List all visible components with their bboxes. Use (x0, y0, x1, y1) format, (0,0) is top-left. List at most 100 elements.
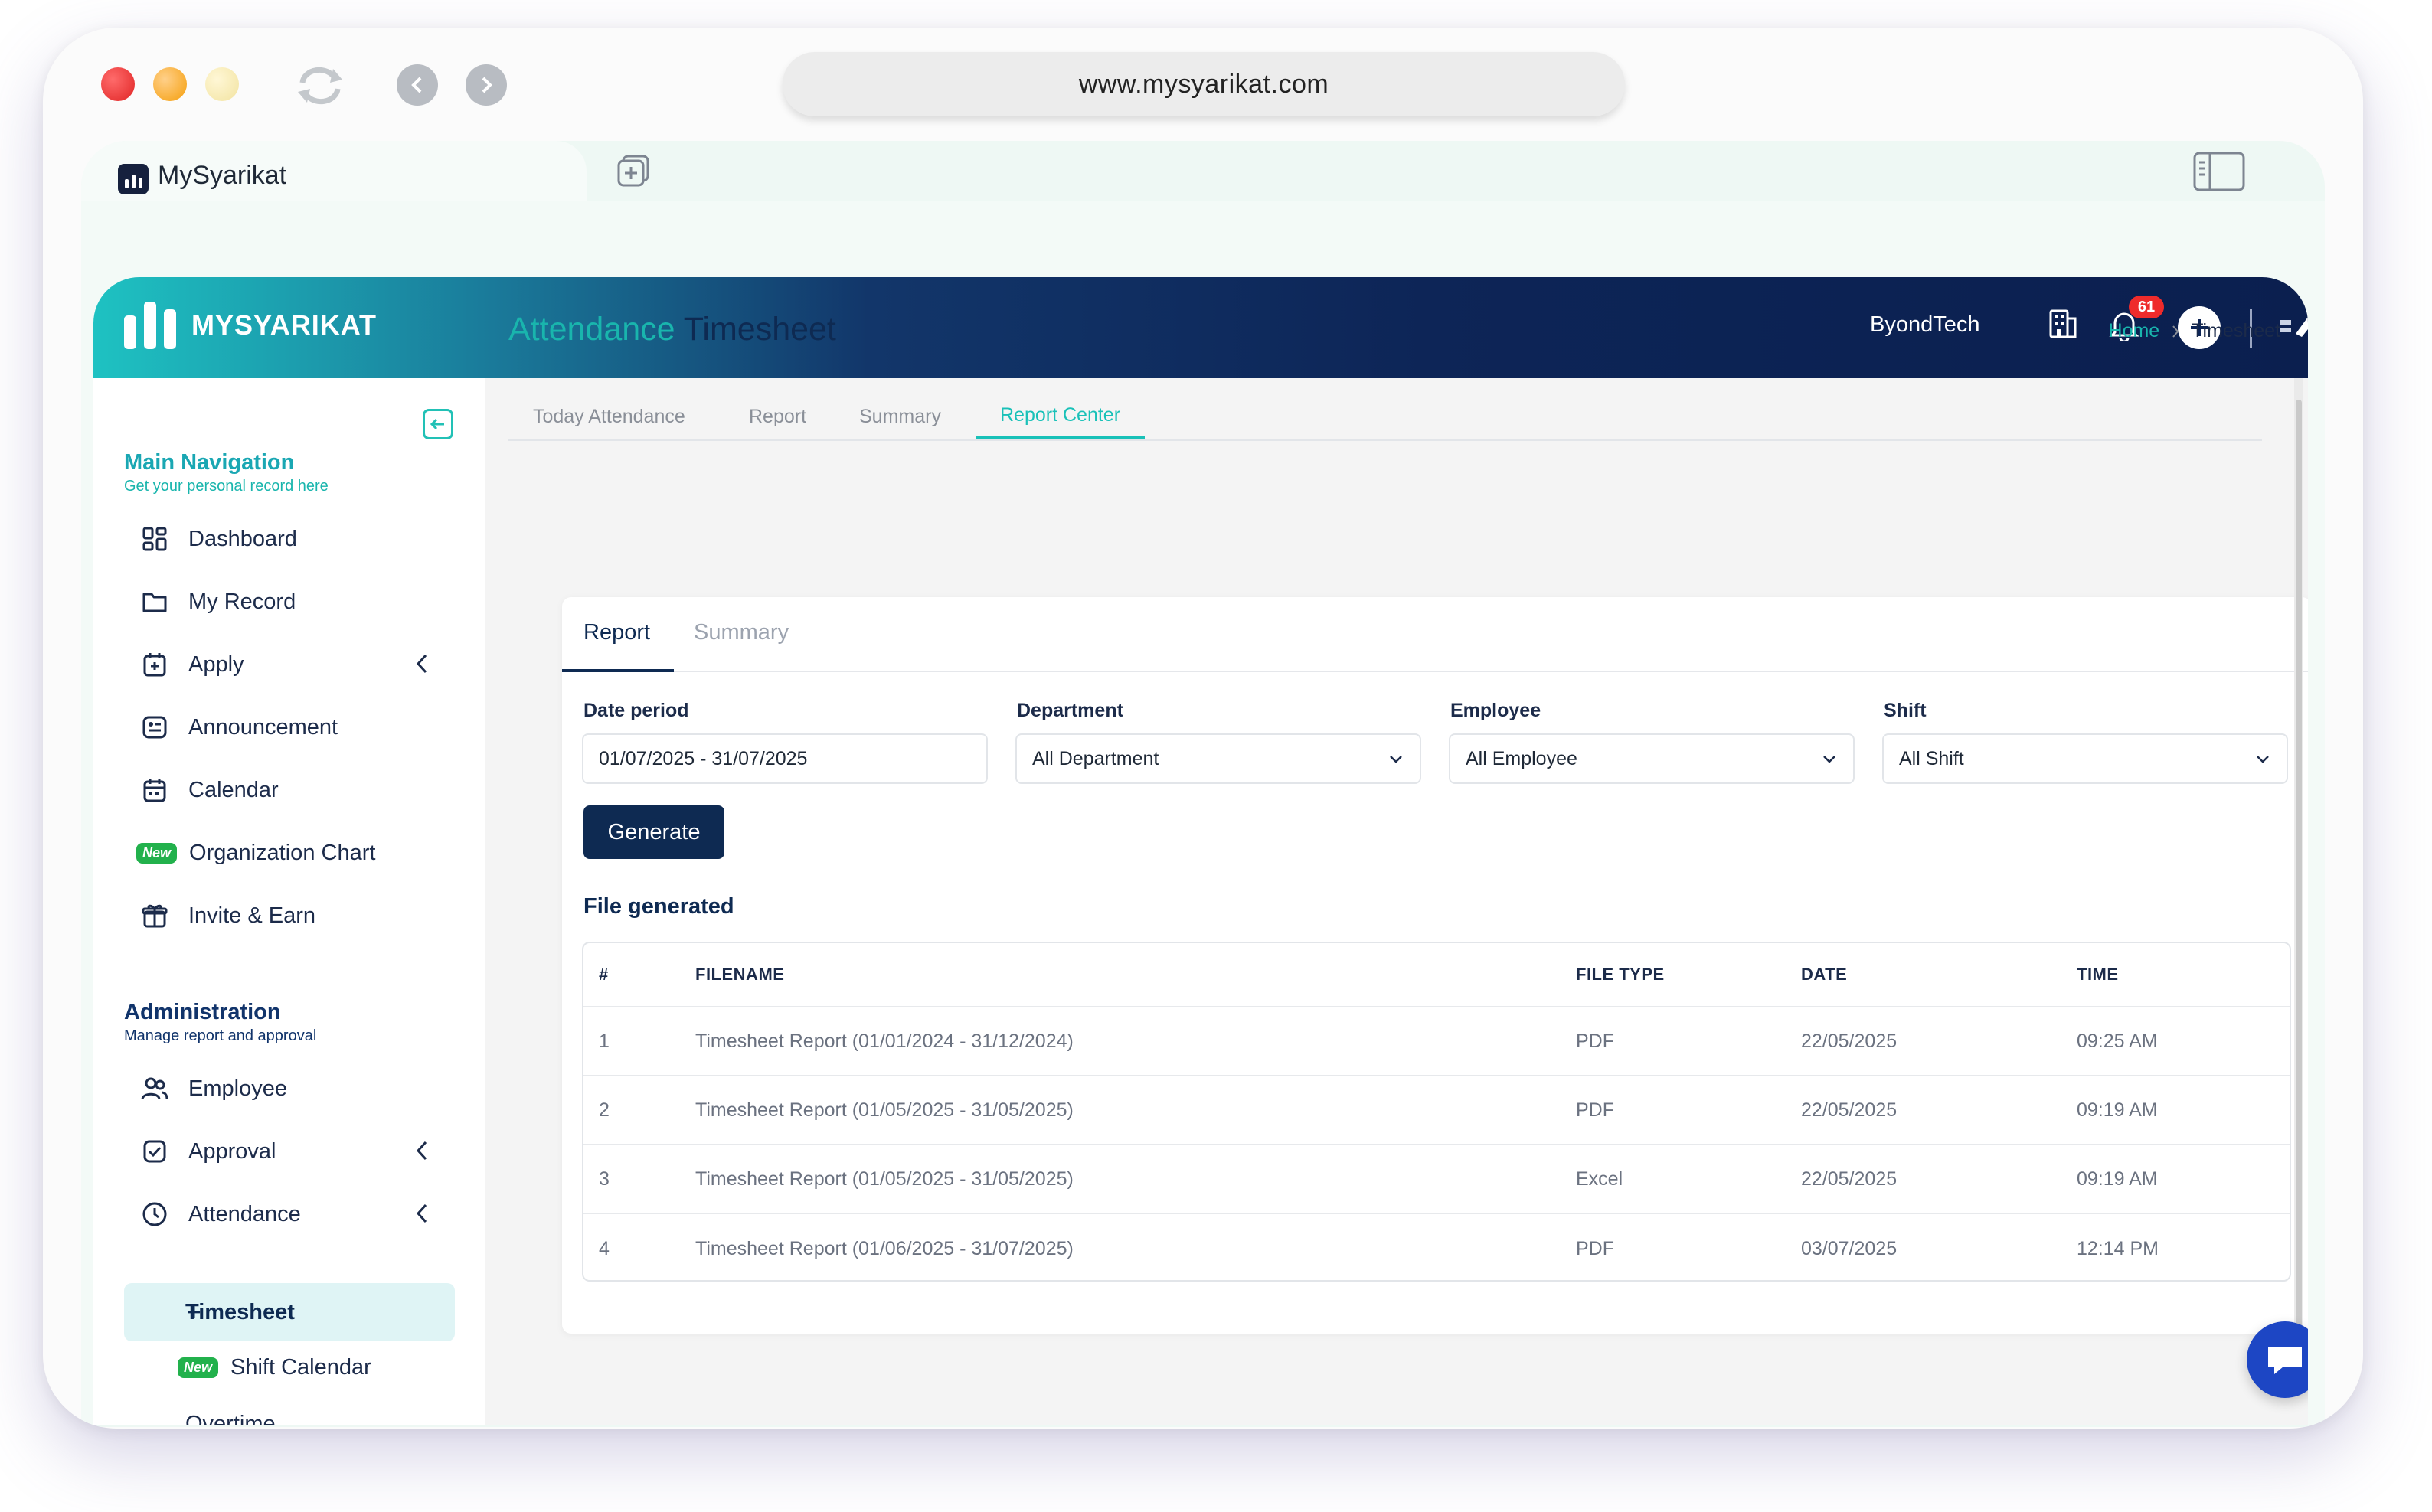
main-navigation-title: Main Navigation (124, 450, 295, 475)
tab-today-attendance[interactable]: Today Attendance (508, 394, 710, 439)
department-select[interactable]: All Department (1015, 733, 1421, 784)
chevron-right-icon (2172, 325, 2179, 338)
table-row[interactable]: 1 Timesheet Report (01/01/2024 - 31/12/2… (583, 1007, 2290, 1076)
tab-summary[interactable]: Summary (835, 394, 966, 439)
apply-icon (139, 649, 170, 680)
file-type: PDF (1576, 1237, 1614, 1259)
file-time: 09:19 AM (2077, 1099, 2158, 1121)
sidebar-item-dashboard[interactable]: Dashboard (139, 516, 430, 562)
chevron-left-icon (415, 1202, 430, 1231)
chevron-down-icon (2254, 750, 2271, 772)
address-bar[interactable]: www.mysyarikat.com (783, 52, 1625, 116)
page-tabs: Today Attendance Report Summary Report C… (508, 384, 2262, 441)
card-tab-summary[interactable]: Summary (694, 620, 789, 645)
chevron-down-icon (1388, 750, 1404, 772)
refresh-icon[interactable] (293, 64, 348, 107)
arrow-left-icon (430, 418, 444, 430)
building-icon[interactable] (2048, 306, 2078, 344)
sidebar-item-label: Calendar (188, 777, 279, 802)
tab-report[interactable]: Report (724, 394, 831, 439)
department-value: All Department (1032, 747, 1159, 769)
sidebar-toggle-icon[interactable] (2193, 152, 2245, 191)
file-type: PDF (1576, 1030, 1614, 1052)
back-button[interactable] (397, 64, 438, 106)
brand-logo[interactable]: MYSYARIKAT (124, 302, 377, 349)
employee-select[interactable]: All Employee (1449, 733, 1855, 784)
file-type: Excel (1576, 1167, 1623, 1190)
employee-label: Employee (1450, 700, 1541, 721)
file-name[interactable]: Timesheet Report (01/05/2025 - 31/05/202… (695, 1076, 1074, 1144)
sidebar-item-label: My Record (188, 589, 296, 614)
row-index: 4 (599, 1237, 610, 1259)
file-date: 22/05/2025 (1801, 1167, 1898, 1190)
file-name[interactable]: Timesheet Report (01/01/2024 - 31/12/202… (695, 1007, 1074, 1075)
sidebar-item-timesheet[interactable]: + Timesheet (124, 1283, 455, 1341)
close-window-button[interactable] (101, 67, 135, 101)
sidebar-item-overtime[interactable]: Overtime (185, 1412, 323, 1425)
date-period-input[interactable]: 01/07/2025 - 31/07/2025 (582, 733, 988, 784)
app-header: MYSYARIKAT ByondTech 61 (93, 277, 2308, 378)
chevron-left-icon (397, 64, 438, 106)
sidebar-item-approval[interactable]: Approval (139, 1128, 430, 1174)
company-name[interactable]: ByondTech (1870, 312, 1980, 338)
forward-button[interactable] (466, 64, 507, 106)
sidebar-item-invite-earn[interactable]: Invite & Earn (139, 893, 430, 939)
column-header: FILE TYPE (1576, 965, 1665, 984)
shift-select[interactable]: All Shift (1882, 733, 2288, 784)
theme-toggle-icon[interactable] (2279, 312, 2308, 344)
administration-title: Administration (124, 1000, 281, 1024)
sidebar-item-label: Overtime (185, 1412, 276, 1425)
sidebar-item-label: Attendance (188, 1201, 301, 1226)
calendar-icon (139, 775, 170, 805)
sidebar-item-label: Apply (188, 651, 244, 677)
table-row[interactable]: 4 Timesheet Report (01/06/2025 - 31/07/2… (583, 1214, 2290, 1280)
sidebar-item-my-record[interactable]: My Record (139, 579, 430, 625)
collapse-sidebar-button[interactable] (423, 409, 453, 439)
active-tab-indicator (562, 669, 674, 672)
brand-name: MYSYARIKAT (191, 309, 378, 341)
card-tab-report[interactable]: Report (583, 620, 650, 645)
column-header: FILENAME (695, 965, 785, 984)
column-header: DATE (1801, 965, 1848, 984)
file-name[interactable]: Timesheet Report (01/06/2025 - 31/07/202… (695, 1214, 1074, 1280)
tab-report-center[interactable]: Report Center (976, 394, 1146, 439)
sidebar-item-attendance[interactable]: Attendance (139, 1191, 430, 1237)
file-name[interactable]: Timesheet Report (01/05/2025 - 31/05/202… (695, 1145, 1074, 1213)
breadcrumb: Home Timesheet (2109, 320, 2280, 342)
date-period-value: 01/07/2025 - 31/07/2025 (599, 747, 808, 769)
sidebar-item-label: Timesheet (185, 1299, 295, 1324)
file-time: 12:14 PM (2077, 1237, 2159, 1259)
sidebar: Main Navigation Get your personal record… (93, 378, 485, 1425)
sidebar-item-employee[interactable]: Employee (139, 1066, 430, 1112)
breadcrumb-home[interactable]: Home (2109, 320, 2160, 342)
sidebar-item-calendar[interactable]: Calendar (139, 767, 430, 813)
announcement-icon (139, 712, 170, 743)
browser-tab[interactable] (81, 141, 587, 201)
users-icon (139, 1073, 170, 1104)
gift-icon (139, 900, 170, 931)
row-index: 3 (599, 1167, 610, 1190)
administration-subtitle: Manage report and approval (124, 1027, 317, 1044)
tab-title: MySyarikat (158, 161, 287, 190)
generate-button[interactable]: Generate (583, 805, 724, 859)
chevron-right-icon (466, 64, 507, 106)
new-tab-icon[interactable] (616, 153, 652, 190)
sidebar-item-announcement[interactable]: Announcement (139, 704, 430, 750)
sidebar-item-organization-chart[interactable]: New Organization Chart (136, 830, 427, 876)
file-generated-title: File generated (583, 894, 734, 919)
date-period-label: Date period (583, 700, 689, 721)
scrollbar-thumb[interactable] (2296, 400, 2302, 1341)
folder-icon (139, 586, 170, 617)
file-date: 22/05/2025 (1801, 1030, 1898, 1052)
minimize-window-button[interactable] (153, 67, 187, 101)
card-tabs: Report Summary (562, 597, 2308, 672)
page-title: Attendance Timesheet (508, 311, 836, 348)
file-time: 09:25 AM (2077, 1030, 2158, 1052)
notification-badge: 61 (2129, 296, 2164, 318)
table-row[interactable]: 3 Timesheet Report (01/05/2025 - 31/05/2… (583, 1145, 2290, 1214)
sidebar-item-shift-calendar[interactable]: New Shift Calendar (178, 1355, 371, 1380)
maximize-window-button[interactable] (205, 67, 239, 101)
table-row[interactable]: 2 Timesheet Report (01/05/2025 - 31/05/2… (583, 1076, 2290, 1145)
page-title-part2: Timesheet (683, 311, 836, 348)
sidebar-item-apply[interactable]: Apply (139, 642, 430, 687)
